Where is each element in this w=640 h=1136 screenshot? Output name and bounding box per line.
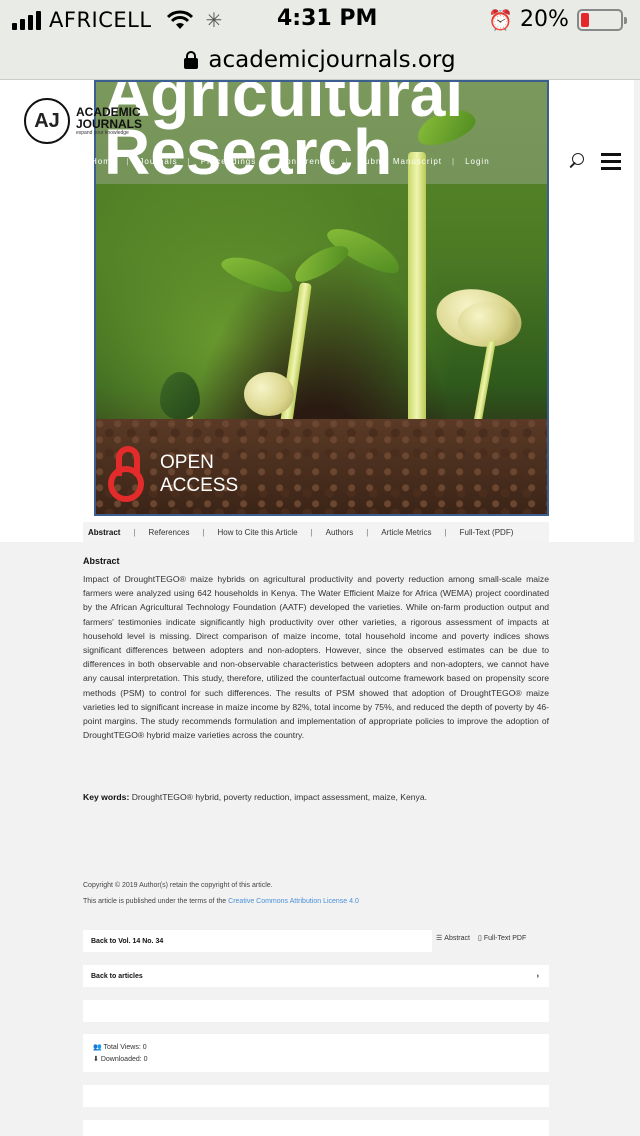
quick-links: ☰ Abstract ▯ Full-Text PDF bbox=[436, 934, 526, 942]
logo-mark: AJ bbox=[24, 98, 70, 144]
copyright-line: Copyright © 2019 Author(s) retain the co… bbox=[83, 882, 273, 889]
nav-home[interactable]: Home bbox=[86, 157, 121, 166]
keywords-text: DroughtTEGO® hybrid, poverty reduction, … bbox=[131, 792, 428, 802]
tab-article-metrics[interactable]: Article Metrics bbox=[376, 528, 436, 537]
nav-journals[interactable]: Journals bbox=[134, 157, 182, 166]
copyright-notice: Copyright © 2019 Author(s) retain the co… bbox=[83, 878, 549, 910]
nav-conferences[interactable]: Conferences bbox=[274, 157, 340, 166]
url-bar[interactable]: academicjournals.org bbox=[0, 40, 640, 80]
article-tabs: Abstract | References | How to Cite this A… bbox=[83, 522, 549, 542]
site-logo[interactable]: AJ ACADEMIC JOURNALS expand your knowled… bbox=[24, 98, 142, 144]
abstract-heading: Abstract bbox=[83, 556, 120, 566]
downloaded-count: Downloaded: 0 bbox=[100, 1056, 148, 1063]
total-views: Total Views: 0 bbox=[103, 1044, 147, 1051]
cover-title-line2: Research bbox=[104, 116, 393, 188]
article-stats: 👥 Total Views: 0 ⬇ Downloaded: 0 bbox=[83, 1034, 549, 1072]
abstract-section: Abstract Impact of DroughtTEGO® maize hy… bbox=[83, 556, 549, 742]
empty-panel bbox=[83, 1120, 549, 1136]
logo-name-line2: JOURNALS bbox=[76, 117, 143, 131]
keywords-label: Key words: bbox=[83, 792, 130, 802]
wifi-icon bbox=[166, 10, 193, 29]
users-icon: 👥 bbox=[93, 1044, 102, 1051]
tab-full-text-pdf[interactable]: Full-Text (PDF) bbox=[455, 528, 519, 537]
open-access-badge: OPEN ACCESS bbox=[108, 446, 238, 502]
lock-icon bbox=[184, 50, 199, 69]
back-to-articles-link[interactable]: Back to articles › bbox=[83, 965, 549, 987]
menu-icon[interactable] bbox=[601, 153, 621, 170]
status-time: 4:31 PM bbox=[277, 6, 378, 31]
journal-cover-image: Agricultural Research OPEN ACCESS bbox=[94, 80, 549, 516]
tab-abstract[interactable]: Abstract bbox=[83, 528, 125, 537]
download-icon: ⬇ bbox=[93, 1056, 99, 1063]
empty-panel bbox=[83, 1085, 549, 1107]
back-to-articles-label: Back to articles bbox=[91, 972, 143, 980]
signal-icon bbox=[12, 10, 41, 30]
open-access-line1: OPEN bbox=[160, 452, 214, 473]
nav-proceedings[interactable]: Proceedings bbox=[196, 157, 261, 166]
tab-authors[interactable]: Authors bbox=[321, 528, 359, 537]
tab-how-to-cite[interactable]: How to Cite this Article bbox=[213, 528, 303, 537]
tab-references[interactable]: References bbox=[144, 528, 195, 537]
search-icon[interactable] bbox=[568, 153, 586, 171]
url-text[interactable]: academicjournals.org bbox=[208, 47, 455, 73]
nav-login[interactable]: Login bbox=[460, 157, 495, 166]
carrier-name: AFRICELL bbox=[49, 8, 152, 32]
status-bar: AFRICELL ✳ 4:31 PM ⏰ 20% bbox=[0, 0, 640, 40]
keywords: Key words: DroughtTEGO® hybrid, poverty … bbox=[83, 792, 549, 802]
abstract-text: Impact of DroughtTEGO® maize hybrids on … bbox=[83, 574, 549, 741]
nav-submit-manuscript[interactable]: Submit Manuscript bbox=[354, 157, 447, 166]
alarm-icon: ⏰ bbox=[488, 8, 513, 32]
list-icon: ☰ bbox=[436, 935, 443, 942]
fulltext-quick-link[interactable]: ▯ Full-Text PDF bbox=[478, 934, 526, 942]
open-access-icon bbox=[108, 446, 146, 502]
abstract-quick-link[interactable]: ☰ Abstract bbox=[436, 934, 470, 942]
main-nav: Home | Journals | Proceedings | Conferences… bbox=[86, 157, 495, 166]
open-access-line2: ACCESS bbox=[160, 475, 239, 496]
loading-spinner-icon: ✳ bbox=[205, 8, 223, 32]
license-prefix: This article is published under the term… bbox=[83, 898, 229, 905]
back-to-volume-link[interactable]: Back to Vol. 14 No. 34 bbox=[83, 930, 432, 952]
pdf-icon: ▯ bbox=[477, 935, 482, 942]
battery-icon bbox=[577, 9, 627, 31]
empty-panel bbox=[83, 1000, 549, 1022]
chevron-right-icon: › bbox=[536, 972, 539, 980]
license-link[interactable]: Creative Commons Attribution License 4.0 bbox=[228, 898, 359, 905]
battery-percent: 20% bbox=[520, 7, 569, 32]
